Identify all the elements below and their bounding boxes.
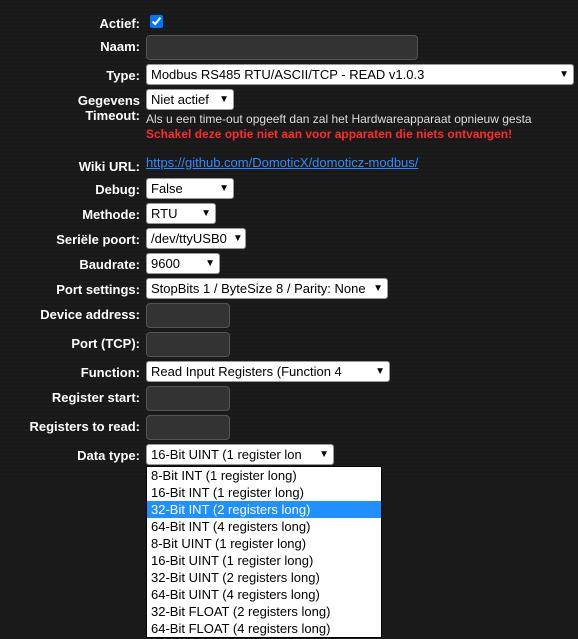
debug-select-value: False — [151, 181, 183, 196]
data-type-option[interactable]: 32-Bit UINT (2 registers long) — [147, 569, 381, 586]
label-function: Function: — [0, 361, 146, 380]
device-addr-input[interactable] — [146, 303, 230, 328]
baud-select[interactable]: 9600 ▼ — [146, 253, 220, 274]
label-port-settings: Port settings: — [0, 278, 146, 297]
label-methode: Methode: — [0, 203, 146, 222]
label-naam: Naam: — [0, 35, 146, 54]
label-port-tcp: Port (TCP): — [0, 332, 146, 351]
timeout-select[interactable]: Niet actief ▼ — [146, 89, 234, 110]
seriele-select-value: /dev/ttyUSB0 — [151, 231, 227, 246]
port-settings-value: StopBits 1 / ByteSize 8 / Parity: None — [151, 281, 366, 296]
label-device-addr: Device address: — [0, 303, 146, 322]
naam-input[interactable] — [146, 35, 418, 60]
data-type-option[interactable]: 64-Bit FLOAT (4 registers long) — [147, 620, 381, 637]
chevron-down-icon: ▼ — [375, 366, 385, 377]
methode-select-value: RTU — [151, 206, 177, 221]
label-wiki: Wiki URL: — [0, 155, 146, 174]
data-type-option[interactable]: 32-Bit INT (2 registers long) — [147, 501, 381, 518]
data-type-select-value: 16-Bit UINT (1 register lon — [151, 447, 302, 462]
port-settings-select[interactable]: StopBits 1 / ByteSize 8 / Parity: None ▼ — [146, 278, 388, 299]
hardware-settings-form: Actief: Naam: Type: Modbus RS485 RTU/ASC… — [0, 0, 578, 477]
timeout-warning: Schakel deze optie niet aan voor apparat… — [146, 127, 512, 141]
label-reg-read: Registers to read: — [0, 415, 146, 434]
chevron-down-icon: ▼ — [319, 449, 329, 460]
data-type-option[interactable]: 64-Bit UINT (4 registers long) — [147, 586, 381, 603]
label-data-type: Data type: — [0, 444, 146, 463]
chevron-down-icon: ▼ — [233, 233, 243, 244]
chevron-down-icon: ▼ — [373, 283, 383, 294]
chevron-down-icon: ▼ — [205, 258, 215, 269]
label-debug: Debug: — [0, 178, 146, 197]
data-type-option[interactable]: 16-Bit INT (1 register long) — [147, 484, 381, 501]
port-tcp-input[interactable] — [146, 332, 230, 357]
chevron-down-icon: ▼ — [559, 69, 569, 80]
data-type-option[interactable]: 8-Bit UINT (1 register long) — [147, 535, 381, 552]
function-select[interactable]: Read Input Registers (Function 4 ▼ — [146, 361, 390, 382]
chevron-down-icon: ▼ — [201, 208, 211, 219]
data-type-select[interactable]: 16-Bit UINT (1 register lon ▼ — [146, 444, 334, 465]
reg-read-input[interactable] — [146, 415, 230, 440]
label-type: Type: — [0, 64, 146, 83]
label-actief: Actief: — [0, 12, 146, 31]
timeout-note: Als u een time-out opgeeft dan zal het H… — [146, 112, 532, 126]
baud-select-value: 9600 — [151, 256, 180, 271]
label-seriele: Seriële poort: — [0, 228, 146, 247]
chevron-down-icon: ▼ — [219, 183, 229, 194]
type-select-value: Modbus RS485 RTU/ASCII/TCP - READ v1.0.3 — [151, 67, 424, 82]
data-type-options-list: 8-Bit INT (1 register long)16-Bit INT (1… — [146, 466, 382, 638]
data-type-option[interactable]: 64-Bit INT (4 registers long) — [147, 518, 381, 535]
debug-select[interactable]: False ▼ — [146, 178, 234, 199]
actief-checkbox[interactable] — [150, 15, 163, 28]
wiki-link[interactable]: https://github.com/DomoticX/domoticz-mod… — [146, 155, 418, 170]
seriele-select[interactable]: /dev/ttyUSB0 ▼ — [146, 228, 246, 249]
label-reg-start: Register start: — [0, 386, 146, 405]
methode-select[interactable]: RTU ▼ — [146, 203, 216, 224]
label-baud: Baudrate: — [0, 253, 146, 272]
data-type-option[interactable]: 16-Bit UINT (1 register long) — [147, 552, 381, 569]
data-type-option[interactable]: 32-Bit FLOAT (2 registers long) — [147, 603, 381, 620]
function-select-value: Read Input Registers (Function 4 — [151, 364, 342, 379]
timeout-select-value: Niet actief — [151, 92, 209, 107]
label-gegevens-timeout: GegevensTimeout: — [0, 89, 146, 123]
reg-start-input[interactable] — [146, 386, 230, 411]
chevron-down-icon: ▼ — [219, 94, 229, 105]
data-type-option[interactable]: 8-Bit INT (1 register long) — [147, 467, 381, 484]
type-select[interactable]: Modbus RS485 RTU/ASCII/TCP - READ v1.0.3… — [146, 64, 574, 85]
